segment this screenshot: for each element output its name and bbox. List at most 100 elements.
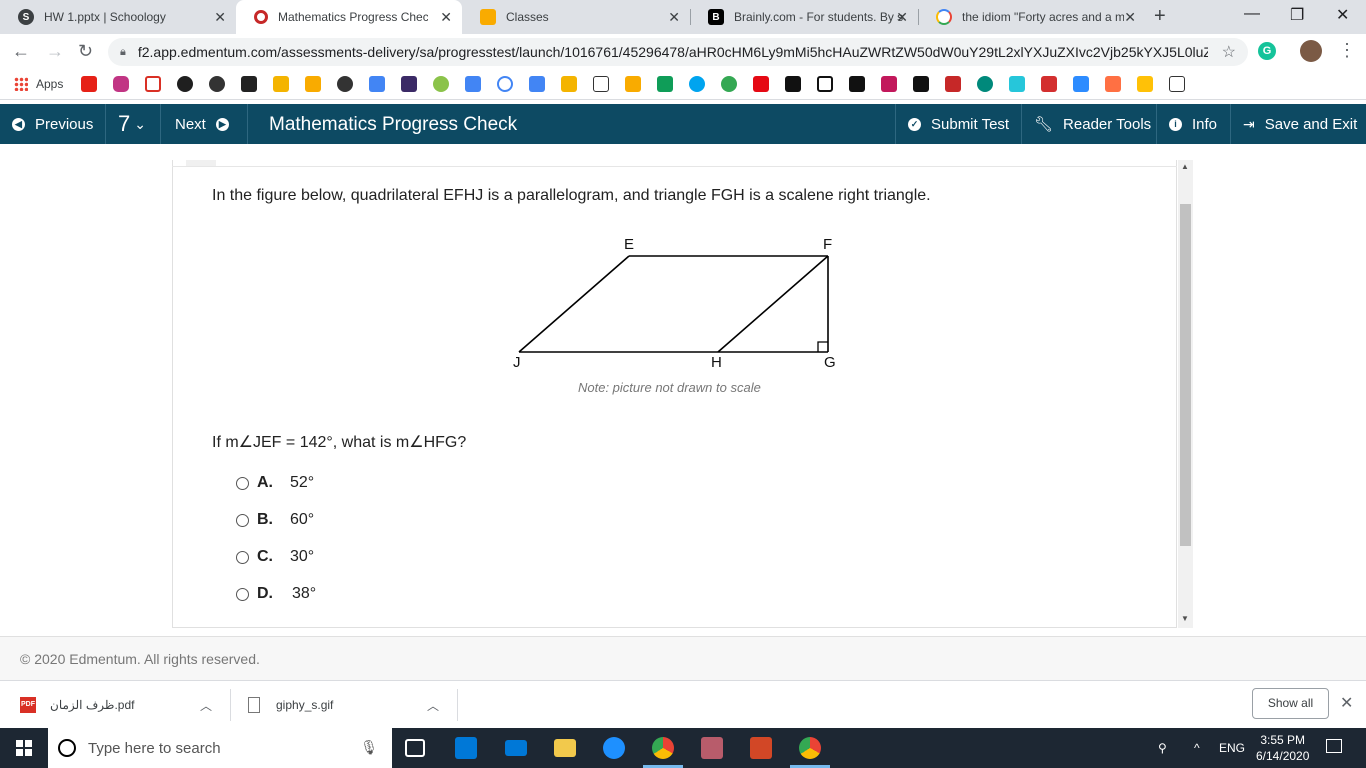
answer-choice-c[interactable]: C. 30° [236, 547, 314, 567]
brainly-bookmark-icon[interactable] [849, 76, 865, 92]
gmail-bookmark-icon[interactable] [145, 76, 161, 92]
tab-brainly[interactable]: B Brainly.com - For students. By student… [690, 0, 918, 34]
bookmark-star-icon[interactable]: ☆ [1222, 42, 1236, 62]
snip-icon[interactable] [701, 737, 723, 759]
chrome-icon[interactable] [799, 737, 821, 759]
reader-tools-button[interactable]: 🔧︎ Reader Tools [1034, 104, 1151, 144]
chrome-icon[interactable] [652, 737, 674, 759]
download-item-pdf[interactable]: PDF ظرف الزمان.pdf [20, 681, 134, 729]
google-bookmark-icon[interactable] [497, 76, 513, 92]
restore-icon[interactable]: ❐ [1290, 5, 1304, 25]
close-icon[interactable]: ✕ [214, 9, 226, 26]
scroll-up-arrow-icon[interactable]: ▲ [1181, 162, 1189, 171]
scrollbar-thumb[interactable] [1180, 204, 1191, 546]
bookmark-icon-8[interactable] [337, 76, 353, 92]
taskbar-search-box[interactable]: Type here to search 🎙︎ [48, 728, 392, 768]
people-icon[interactable]: ⚲ [1158, 741, 1167, 755]
address-bar[interactable]: 🔒︎ f2.app.edmentum.com/assessments-deliv… [108, 38, 1248, 66]
bookmark-icon-34[interactable] [1169, 76, 1185, 92]
instagram-bookmark-icon[interactable] [113, 76, 129, 92]
bookmark-icon-33[interactable] [1137, 76, 1153, 92]
store-icon[interactable] [455, 737, 477, 759]
bookmark-icon-22[interactable] [785, 76, 801, 92]
radio-button[interactable] [236, 476, 249, 490]
zoom-bookmark-icon[interactable] [1073, 76, 1089, 92]
reload-icon[interactable]: ↻ [78, 41, 93, 62]
bookmark-icon-16[interactable] [593, 76, 609, 92]
sheets-bookmark-icon[interactable] [657, 76, 673, 92]
bookmark-icon-26[interactable] [913, 76, 929, 92]
schoology-bookmark-icon[interactable] [209, 76, 225, 92]
tab-mathematics-progress-check[interactable]: Mathematics Progress Check ✕ [236, 0, 462, 34]
youtube-bookmark-icon[interactable] [81, 76, 97, 92]
bookmark-icon-27[interactable] [945, 76, 961, 92]
notification-center-icon[interactable] [1326, 739, 1342, 753]
bookmark-icon-14[interactable] [529, 76, 545, 92]
classroom-bookmark-icon[interactable] [305, 76, 321, 92]
edge-icon[interactable] [603, 737, 625, 759]
tab-google-search[interactable]: the idiom "Forty acres and a mule" ✕ [918, 0, 1146, 34]
bookmark-icon-23[interactable] [817, 76, 833, 92]
menu-kebab-icon[interactable]: ⋮ [1338, 40, 1356, 61]
slides-bookmark-icon[interactable] [561, 76, 577, 92]
previous-button[interactable]: ◀ Previous [12, 104, 93, 144]
bookmark-icon-11[interactable] [433, 76, 449, 92]
language-indicator[interactable]: ENG [1219, 741, 1245, 755]
next-button[interactable]: Next ▶ [175, 104, 229, 144]
mail-icon[interactable] [505, 740, 527, 756]
new-tab-icon[interactable]: + [1154, 5, 1166, 28]
radio-button[interactable] [236, 550, 249, 564]
show-all-button[interactable]: Show all [1252, 688, 1329, 719]
system-clock[interactable]: 3:55 PM 6/14/2020 [1256, 732, 1309, 764]
windows-start-icon[interactable] [16, 740, 32, 756]
profile-avatar[interactable] [1300, 40, 1322, 62]
microphone-icon[interactable]: 🎙︎ [360, 739, 378, 756]
file-explorer-icon[interactable] [554, 739, 576, 757]
forward-icon[interactable]: → [46, 41, 64, 62]
radio-button[interactable] [236, 587, 249, 601]
bookmark-icon-17[interactable] [625, 76, 641, 92]
info-button[interactable]: i Info [1169, 104, 1217, 144]
submit-test-button[interactable]: ✓ Submit Test [908, 104, 1009, 144]
answer-choice-a[interactable]: A. 52° [236, 473, 314, 493]
tab-classes[interactable]: Classes ✕ [462, 0, 690, 34]
translate-bookmark-icon[interactable] [465, 76, 481, 92]
close-icon[interactable]: ✕ [896, 9, 908, 26]
answer-choice-b[interactable]: B. 60° [236, 510, 314, 530]
quizlet-bookmark-icon[interactable] [401, 76, 417, 92]
edpuzzle-bookmark-icon[interactable] [177, 76, 193, 92]
bookmark-icon-25[interactable] [881, 76, 897, 92]
window-close-icon[interactable]: ✕ [1336, 5, 1349, 25]
back-icon[interactable]: ← [12, 41, 30, 62]
save-and-exit-button[interactable]: ⇥ Save and Exit [1243, 104, 1357, 144]
question-number-dropdown[interactable]: 7 ⌄ [118, 104, 146, 144]
download-item-gif[interactable]: giphy_s.gif [248, 681, 333, 729]
book-bookmark-icon[interactable] [241, 76, 257, 92]
powerpoint-icon[interactable] [750, 737, 772, 759]
bookmark-icon-32[interactable] [1105, 76, 1121, 92]
url-text[interactable]: f2.app.edmentum.com/assessments-delivery… [138, 44, 1208, 60]
chevron-up-icon[interactable]: ︿ [200, 697, 212, 714]
close-icon[interactable]: ✕ [440, 9, 452, 26]
bookmark-icon-28[interactable] [977, 76, 993, 92]
chevron-up-icon[interactable]: ︿ [427, 697, 439, 714]
bookmark-icon-20[interactable] [721, 76, 737, 92]
close-icon[interactable]: ✕ [1124, 9, 1136, 26]
tab-schoology[interactable]: S HW 1.pptx | Schoology ✕ [0, 0, 236, 34]
task-view-icon[interactable] [405, 739, 425, 757]
grammarly-extension-icon[interactable]: G [1258, 42, 1276, 60]
minimize-icon[interactable]: — [1244, 5, 1260, 23]
scroll-down-arrow-icon[interactable]: ▼ [1181, 614, 1189, 623]
docs-bookmark-icon[interactable] [369, 76, 385, 92]
bookmark-icon-30[interactable] [1041, 76, 1057, 92]
bookmark-icon-6[interactable] [273, 76, 289, 92]
answer-choice-d[interactable]: D. 38° [236, 584, 316, 604]
close-icon[interactable]: ✕ [668, 9, 680, 26]
bookmark-icon-19[interactable] [689, 76, 705, 92]
close-icon[interactable]: ✕ [1340, 693, 1353, 713]
chevron-up-icon[interactable]: ^ [1194, 741, 1200, 755]
apps-bookmark[interactable]: Apps [14, 77, 63, 91]
netflix-bookmark-icon[interactable] [753, 76, 769, 92]
radio-button[interactable] [236, 513, 249, 527]
bookmark-icon-29[interactable] [1009, 76, 1025, 92]
